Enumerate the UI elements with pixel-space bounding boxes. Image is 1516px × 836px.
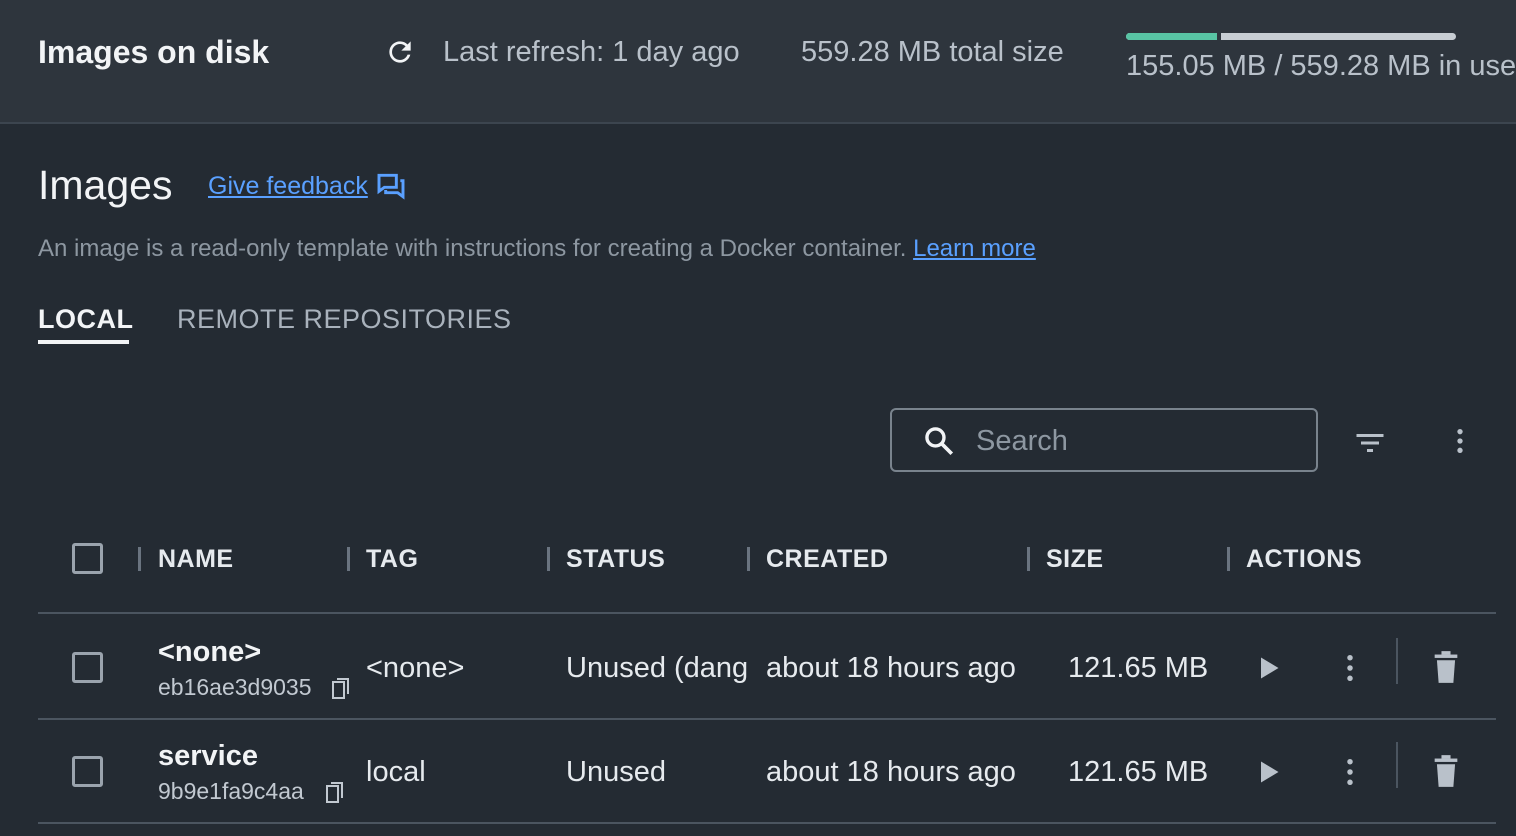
page-title: Images (38, 162, 173, 208)
column-header-name[interactable]: NAME (158, 545, 234, 574)
image-created: about 18 hours ago (766, 652, 1016, 684)
usage-text: 155.05 MB / 559.28 MB in use (1126, 50, 1516, 82)
disk-title: Images on disk (38, 34, 270, 70)
column-separator (747, 547, 750, 571)
filter-icon[interactable] (1352, 425, 1388, 461)
description-text: An image is a read-only template with in… (38, 235, 907, 262)
table-row[interactable]: <none> eb16ae3d9035 <none> Unused (dang … (38, 616, 1496, 720)
image-tag: local (366, 756, 426, 788)
image-status: Unused (566, 756, 666, 788)
trash-icon[interactable] (1432, 650, 1460, 684)
refresh-icon[interactable] (384, 36, 416, 68)
active-tab-indicator (38, 340, 129, 344)
column-header-size[interactable]: SIZE (1046, 545, 1104, 574)
disk-usage-meter (1126, 33, 1456, 40)
column-header-tag[interactable]: TAG (366, 545, 418, 574)
run-play-icon[interactable] (1254, 654, 1282, 682)
image-id: eb16ae3d9035 (158, 674, 312, 700)
run-play-icon[interactable] (1254, 758, 1282, 786)
image-name: <none> (158, 636, 262, 668)
image-tag: <none> (366, 652, 465, 684)
search-placeholder: Search (976, 425, 1068, 457)
tab-local[interactable]: LOCAL (38, 304, 133, 335)
copy-icon[interactable] (326, 782, 344, 804)
more-vert-icon[interactable] (1336, 652, 1364, 684)
tab-remote-repositories[interactable]: REMOTE REPOSITORIES (177, 304, 512, 335)
image-created: about 18 hours ago (766, 756, 1016, 788)
last-refresh-text: Last refresh: 1 day ago (443, 36, 740, 68)
image-size: 121.65 MB (1068, 652, 1209, 684)
row-checkbox[interactable] (72, 652, 103, 683)
more-vert-icon[interactable] (1336, 756, 1364, 788)
image-status: Unused (dang (566, 652, 747, 684)
column-header-status[interactable]: STATUS (566, 545, 665, 574)
disk-usage-fill (1126, 33, 1218, 40)
feedback-chat-icon[interactable] (375, 170, 407, 202)
select-all-checkbox[interactable] (72, 543, 103, 574)
table-header: NAME TAG STATUS CREATED SIZE ACTIONS (38, 528, 1496, 614)
search-icon (925, 427, 954, 456)
table-row[interactable]: service 9b9e1fa9c4aa local Unused about … (38, 720, 1496, 824)
action-divider (1396, 638, 1398, 684)
trash-icon[interactable] (1432, 754, 1460, 788)
disk-usage-bar: Images on disk Last refresh: 1 day ago 5… (0, 0, 1516, 124)
learn-more-link[interactable]: Learn more (913, 235, 1036, 262)
column-header-actions: ACTIONS (1246, 545, 1362, 573)
copy-icon[interactable] (332, 678, 350, 700)
image-name: service (158, 740, 258, 772)
image-id: 9b9e1fa9c4aa (158, 778, 304, 804)
column-header-created[interactable]: CREATED (766, 545, 888, 574)
page-description: An image is a read-only template with in… (38, 235, 1036, 263)
column-separator (1227, 547, 1230, 571)
total-size-text: 559.28 MB total size (801, 36, 1064, 68)
column-separator (347, 547, 350, 571)
column-separator (1027, 547, 1030, 571)
disk-usage-gap (1217, 33, 1222, 40)
give-feedback-link[interactable]: Give feedback (208, 172, 368, 201)
action-divider (1396, 742, 1398, 788)
search-input[interactable]: Search (890, 408, 1318, 472)
more-vert-icon[interactable] (1444, 425, 1476, 457)
column-separator (547, 547, 550, 571)
image-size: 121.65 MB (1068, 756, 1209, 788)
row-checkbox[interactable] (72, 756, 103, 787)
column-separator (138, 547, 141, 571)
